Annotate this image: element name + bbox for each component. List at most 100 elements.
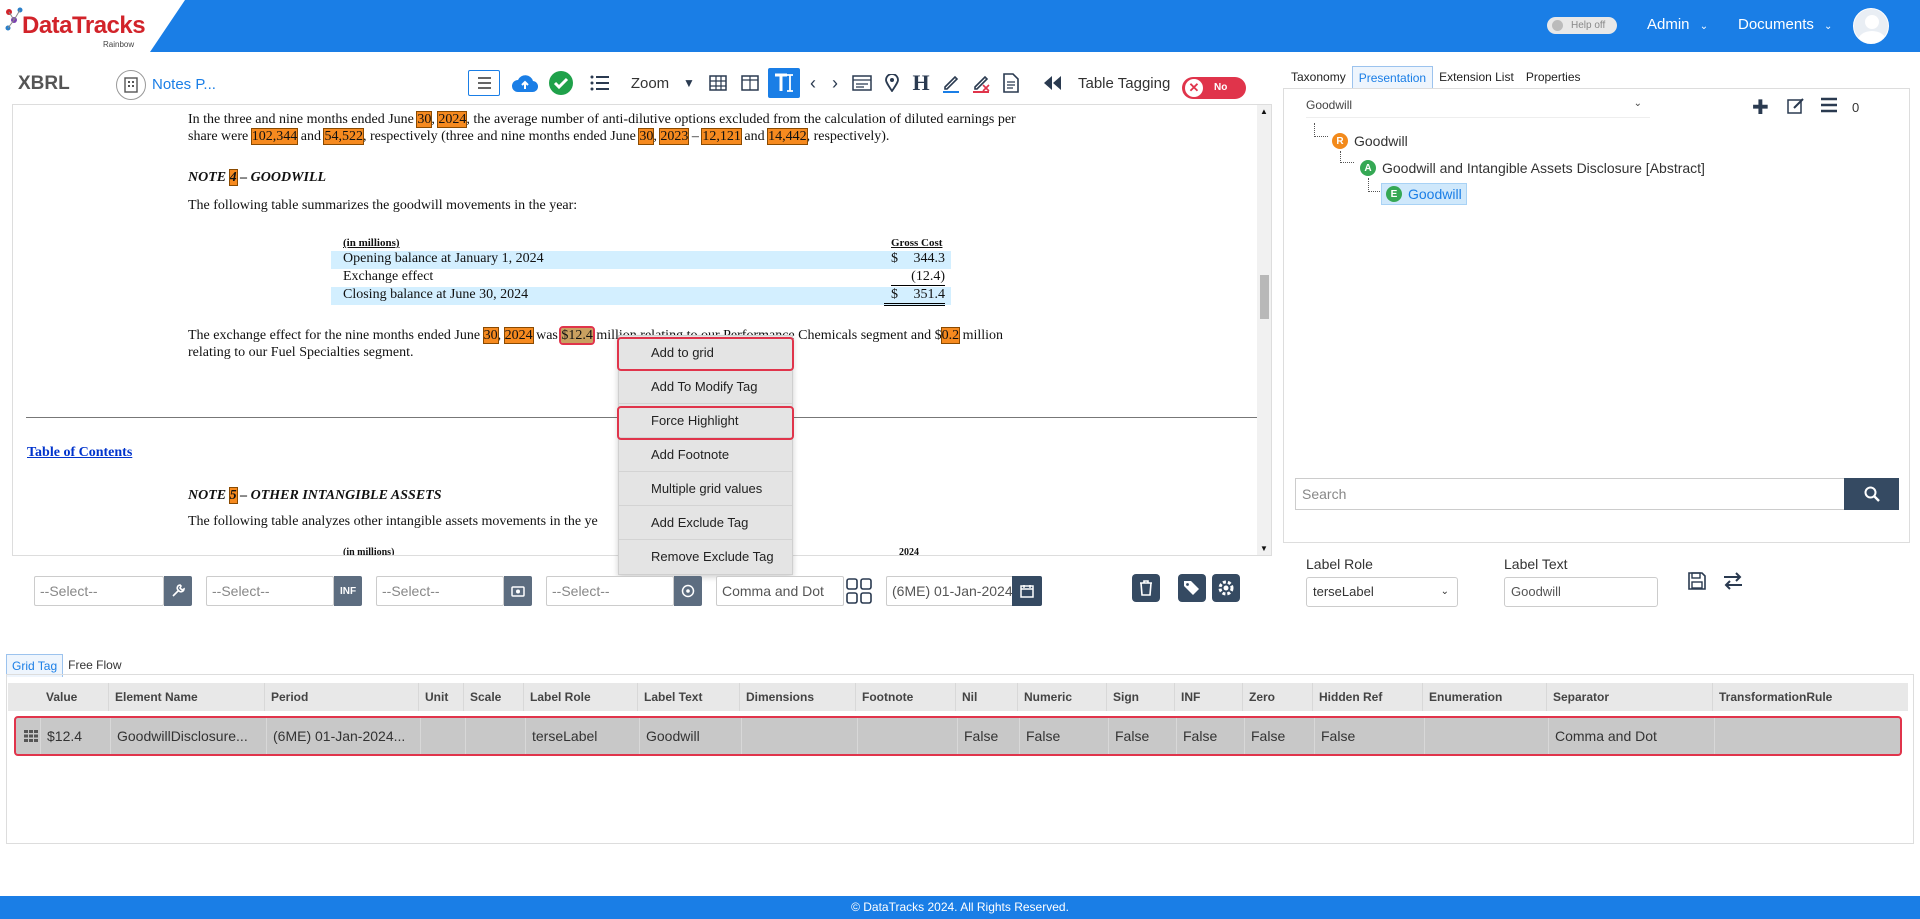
inf-button[interactable]: INF (334, 576, 362, 606)
tagged-value[interactable]: 0.2 (940, 327, 961, 344)
col-header[interactable]: TransformationRule (1712, 683, 1908, 711)
bulleted-list-icon[interactable] (588, 70, 612, 96)
filter-select-1[interactable]: --Select-- (34, 576, 164, 606)
tab-extension-list[interactable]: Extension List (1433, 66, 1520, 88)
text-tag-icon[interactable] (768, 68, 800, 98)
logo[interactable]: DataTracks Rainbow (0, 0, 185, 52)
tagged-value[interactable]: 30 (638, 128, 655, 145)
tree-node-abstract[interactable]: A Goodwill and Intangible Assets Disclosu… (1360, 160, 1705, 176)
filter-select-3[interactable]: --Select-- (376, 576, 504, 606)
help-toggle[interactable]: Help off (1547, 17, 1617, 34)
selected-tagged-value[interactable]: $12.4 (559, 326, 595, 345)
calendar-icon[interactable] (1012, 576, 1042, 606)
edit-icon[interactable] (1787, 97, 1805, 118)
scroll-up-icon[interactable]: ▲ (1260, 107, 1268, 116)
chevron-left-icon[interactable]: ‹ (806, 70, 820, 96)
col-header[interactable]: Sign (1106, 683, 1174, 711)
columns-icon[interactable] (738, 70, 762, 96)
tree-node-element[interactable]: E Goodwill (1381, 183, 1467, 205)
toc-link[interactable]: Table of Contents (27, 445, 132, 461)
col-header[interactable]: INF (1174, 683, 1242, 711)
swap-icon[interactable] (1722, 572, 1744, 593)
list-view-icon[interactable] (468, 70, 500, 96)
avatar[interactable] (1853, 8, 1889, 44)
notes-link[interactable]: Notes P... (152, 76, 216, 93)
row-grid-icon[interactable] (24, 729, 38, 745)
menu-add-to-modify-tag[interactable]: Add To Modify Tag (619, 370, 792, 404)
menu-remove-exclude-tag[interactable]: Remove Exclude Tag (619, 540, 792, 574)
remove-highlight-icon[interactable] (970, 70, 992, 96)
period-select[interactable]: (6ME) 01-Jan-2024 (886, 576, 1014, 606)
tagged-value[interactable]: 5 (228, 487, 238, 504)
menu-icon[interactable] (1820, 97, 1838, 116)
tree-search-input[interactable]: Search (1295, 478, 1845, 510)
col-header[interactable]: Enumeration (1422, 683, 1546, 711)
menu-add-exclude-tag[interactable]: Add Exclude Tag (619, 506, 792, 540)
tagged-value[interactable]: 2024 (437, 111, 468, 128)
col-header[interactable]: Footnote (855, 683, 955, 711)
col-header[interactable]: Scale (463, 683, 523, 711)
table-row[interactable]: $12.4 GoodwillDisclosure... (6ME) 01-Jan… (14, 716, 1902, 756)
card-icon[interactable] (850, 70, 874, 96)
zoom-label[interactable]: Zoom (628, 70, 672, 96)
col-header[interactable]: Numeric (1017, 683, 1106, 711)
add-icon[interactable]: ✚ (1752, 95, 1769, 120)
menu-multiple-grid-values[interactable]: Multiple grid values (619, 472, 792, 506)
building-icon[interactable] (116, 70, 146, 100)
documents-menu[interactable]: Documents ⌄ (1738, 16, 1832, 33)
col-header[interactable]: Hidden Ref (1312, 683, 1422, 711)
highlighter-pen-icon[interactable] (940, 70, 962, 96)
tagged-value[interactable]: 14,442 (767, 128, 808, 145)
tab-taxonomy[interactable]: Taxonomy (1285, 66, 1352, 88)
tagged-value[interactable]: 30 (482, 327, 499, 344)
settings-gear-icon[interactable] (1212, 574, 1240, 602)
heading-icon[interactable]: H (910, 70, 932, 96)
tags-icon[interactable] (1178, 574, 1206, 602)
menu-add-footnote[interactable]: Add Footnote (619, 438, 792, 472)
col-header[interactable]: Period (264, 683, 418, 711)
label-role-select[interactable]: terseLabel ⌄ (1306, 577, 1458, 607)
col-header[interactable]: Label Text (637, 683, 739, 711)
cloud-upload-icon[interactable] (510, 70, 540, 96)
separator-select[interactable]: Comma and Dot (716, 576, 844, 606)
admin-menu[interactable]: Admin ⌄ (1647, 16, 1708, 33)
col-header[interactable]: Element Name (108, 683, 264, 711)
col-header[interactable]: Dimensions (739, 683, 855, 711)
col-header[interactable]: Value (40, 683, 108, 711)
chevron-right-icon[interactable]: › (828, 70, 842, 96)
col-header[interactable]: Zero (1242, 683, 1312, 711)
table-tagging-toggle[interactable]: ✕ No (1182, 77, 1246, 99)
tagged-value[interactable]: 12,121 (701, 128, 742, 145)
save-icon[interactable] (1688, 572, 1706, 593)
delete-icon[interactable] (1132, 574, 1160, 602)
tree-node-root[interactable]: R Goodwill (1332, 133, 1408, 149)
location-pin-icon[interactable] (882, 70, 902, 96)
document-icon[interactable] (1000, 70, 1022, 96)
search-button[interactable] (1844, 478, 1899, 510)
col-header[interactable]: Label Role (523, 683, 637, 711)
filter-select-4[interactable]: --Select-- (546, 576, 674, 606)
target-icon[interactable] (674, 576, 702, 606)
rewind-icon[interactable] (1040, 70, 1064, 96)
tagged-value[interactable]: 102,344 (250, 128, 299, 145)
presentation-dropdown[interactable]: Goodwill ⌄ (1306, 98, 1650, 118)
filter-select-2[interactable]: --Select-- (206, 576, 334, 606)
document-scrollbar[interactable]: ▲ ▼ (1257, 105, 1271, 555)
tagged-value[interactable]: 4 (228, 169, 238, 186)
wrench-icon[interactable] (164, 576, 192, 606)
tagged-value[interactable]: 54,522 (323, 128, 364, 145)
tab-presentation[interactable]: Presentation (1351, 66, 1434, 88)
scroll-down-icon[interactable]: ▼ (1260, 544, 1268, 553)
col-header[interactable]: Nil (955, 683, 1017, 711)
label-text-input[interactable]: Goodwill (1504, 577, 1658, 607)
verified-check-icon[interactable] (547, 70, 575, 96)
grid-format-icon[interactable] (846, 578, 872, 604)
tagged-value[interactable]: 30 (416, 111, 433, 128)
table-icon[interactable] (706, 70, 730, 96)
zoom-dropdown-icon[interactable]: ▼ (682, 70, 696, 96)
scroll-thumb[interactable] (1260, 275, 1269, 319)
col-header[interactable]: Separator (1546, 683, 1712, 711)
tagged-value[interactable]: 2024 (503, 327, 534, 344)
camera-icon[interactable] (504, 576, 532, 606)
tab-properties[interactable]: Properties (1520, 66, 1587, 88)
